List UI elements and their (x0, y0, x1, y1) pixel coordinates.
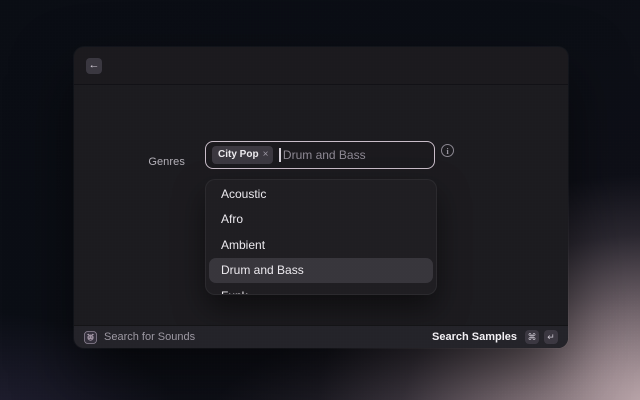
genres-input-text: Drum and Bass (283, 148, 366, 162)
option-label: Afro (221, 212, 243, 226)
back-arrow-icon: ← (89, 58, 100, 73)
command-key-icon: ⌘ (525, 330, 539, 344)
search-samples-button[interactable]: Search Samples (432, 331, 517, 343)
modal-header: ← (74, 47, 568, 85)
chip-label: City Pop (218, 150, 259, 160)
option-label: Ambient (221, 238, 265, 252)
genre-chip-city-pop: City Pop × (212, 146, 273, 164)
genres-dropdown: Acoustic Afro Ambient Drum and Bass Funk (205, 179, 437, 295)
option-label: Drum and Bass (221, 263, 304, 277)
back-button[interactable]: ← (86, 58, 102, 74)
option-label: Acoustic (221, 187, 266, 201)
footer-branding: Search for Sounds (84, 331, 195, 344)
search-modal: ← Genres City Pop × Drum and Bass i Acou… (74, 47, 568, 348)
modal-footer: Search for Sounds Search Samples ⌘ ↵ (74, 325, 568, 348)
footer-actions: Search Samples ⌘ ↵ (432, 330, 558, 344)
dropdown-option-acoustic[interactable]: Acoustic (209, 181, 433, 207)
dropdown-option-drum-and-bass[interactable]: Drum and Bass (209, 258, 433, 284)
info-icon-glyph: i (446, 146, 448, 156)
modal-body: Genres City Pop × Drum and Bass i Acoust… (74, 86, 568, 325)
info-icon[interactable]: i (441, 144, 454, 157)
genres-input[interactable]: City Pop × Drum and Bass (205, 141, 435, 169)
dropdown-option-ambient[interactable]: Ambient (209, 232, 433, 258)
text-cursor (279, 148, 281, 162)
dropdown-option-funk[interactable]: Funk (209, 283, 433, 295)
search-for-sounds-label: Search for Sounds (104, 331, 195, 343)
dropdown-option-afro[interactable]: Afro (209, 207, 433, 233)
chip-remove-icon[interactable]: × (263, 150, 269, 160)
app-logo-icon (84, 331, 97, 344)
genres-label: Genres (114, 156, 185, 168)
option-label: Funk (221, 289, 248, 295)
enter-key-icon: ↵ (544, 330, 558, 344)
